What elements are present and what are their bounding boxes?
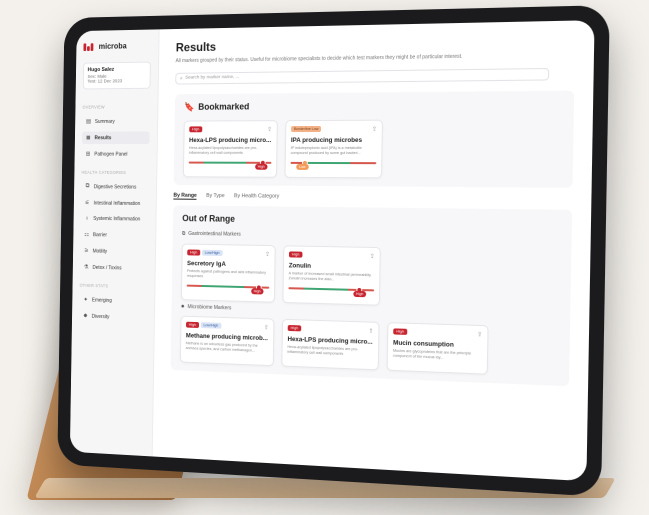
card-description: A marker of increased small intestinal p… (288, 271, 372, 282)
marker-card[interactable]: High Low/High ⇪ Secretory IgA Protects aga… (180, 243, 276, 303)
marker-card[interactable]: High ⇪ Hexa-LPS producing micro... Hexa-a… (281, 318, 380, 371)
card-description: IP indolepropionic acid (IPA) is a metab… (290, 145, 362, 155)
tab-by-type[interactable]: By Type (206, 193, 225, 200)
main-content: Results All markers grouped by their sta… (153, 20, 595, 481)
type-badge: Low/High (200, 322, 222, 329)
status-badge: High (288, 251, 303, 258)
status-badge: High (185, 321, 199, 329)
patient-card[interactable]: Hugo Salez Sex: Male Test: 12 Dec 2023 (82, 61, 151, 90)
tab-by-health-category[interactable]: By Health Category (234, 193, 279, 200)
card-title: Hexa-LPS producing micro... (189, 136, 272, 144)
diversity-icon: ✸ (83, 313, 88, 320)
card-title: Zonulin (288, 262, 312, 270)
sidebar-item-digestive[interactable]: ⧉ Digestive Secretions (81, 180, 149, 193)
card-description: Hexa-acylated lipopolysaccharides are pr… (188, 145, 258, 155)
status-badge: High (189, 126, 203, 133)
type-badge: Low/High (201, 249, 223, 257)
page-title: Results (175, 39, 217, 55)
motility-icon: ⚞ (84, 248, 89, 255)
digestive-icon: ⧉ (85, 183, 90, 190)
sidebar-item-diversity[interactable]: ✸ Diversity (79, 310, 147, 325)
share-icon[interactable]: ⇪ (372, 126, 377, 133)
marker-card[interactable]: High ⇪ Mucin consumption Mucins are glyco… (386, 321, 489, 375)
card-description: Methane is an odourless gas produced by … (185, 340, 258, 353)
sidebar-item-pathogen[interactable]: ⊞ Pathogen Panel (82, 148, 150, 161)
range-value: High (250, 287, 264, 295)
logo-text: microba (98, 41, 127, 51)
results-tabs: By Range By Type By Health Category (173, 192, 572, 203)
marker-card[interactable]: Borderline Low ⇪ IPA producing microbes I… (284, 119, 383, 179)
marker-card[interactable]: High Low/High ⇪ Methane producing microb..… (179, 315, 275, 366)
search-icon: ⌕ (179, 76, 183, 82)
screen: microba Hugo Salez Sex: Male Test: 12 De… (69, 20, 595, 482)
sidebar-item-barrier[interactable]: ⚏ Barrier (80, 228, 148, 242)
patient-date: Test: 12 Dec 2023 (87, 79, 123, 85)
share-icon[interactable]: ⇪ (370, 253, 375, 260)
marker-card[interactable]: High ⇪ Zonulin A marker of increased smal… (282, 245, 381, 306)
other-title: OTHER STATS (79, 282, 109, 289)
logo[interactable]: microba (83, 41, 151, 51)
patient-name: Hugo Salez (87, 66, 115, 74)
logo-mark-icon (83, 42, 96, 51)
sidebar-item-motility[interactable]: ⚞ Motility (80, 245, 148, 259)
tab-by-range[interactable]: By Range (173, 192, 197, 200)
search-placeholder: Search by marker name, ... (185, 75, 240, 81)
page-description: All markers grouped by their status. Use… (175, 53, 463, 65)
card-title: IPA producing microbes (290, 136, 363, 144)
sidebar-item-detox[interactable]: ⚗ Detox / Toxins (80, 261, 148, 275)
card-description: Mucins are glycoproteins that are the pr… (392, 348, 472, 360)
range-value: Low (296, 163, 309, 170)
tablet-frame: microba Hugo Salez Sex: Male Test: 12 De… (57, 5, 610, 497)
bookmark-icon: 🔖 (184, 101, 195, 112)
sidebar-item-systemic[interactable]: ♁ Systemic Inflammation (81, 213, 149, 225)
share-icon[interactable]: ⇪ (267, 126, 272, 133)
gi-markers-title: ⧉ Gastrointestinal Markers (181, 230, 241, 238)
sidebar-item-summary[interactable]: ▤ Summary (82, 115, 150, 128)
search-input[interactable]: ⌕ Search by marker name, ... (175, 67, 550, 85)
detox-icon: ⚗ (83, 264, 89, 271)
bookmarked-title: 🔖 Bookmarked (184, 101, 250, 112)
card-description: Protects against pathogens and aids infl… (186, 268, 266, 278)
share-icon[interactable]: ⇪ (368, 327, 373, 334)
status-badge: High (287, 325, 302, 332)
marker-card[interactable]: High ⇪ Hexa-LPS producing micro... Hexa-a… (182, 119, 278, 178)
range-value: High (254, 163, 268, 170)
intestinal-icon: ⚟ (84, 200, 90, 207)
status-badge: High (187, 249, 201, 256)
bookmarked-cards: High ⇪ Hexa-LPS producing micro... Hexa-a… (182, 119, 563, 180)
sidebar-item-emerging[interactable]: ✦ Emerging (79, 293, 147, 307)
barrier-icon: ⚏ (84, 232, 90, 239)
status-badge: High (393, 328, 408, 336)
results-icon: ≣ (86, 135, 91, 142)
emerging-icon: ✦ (83, 297, 88, 304)
overview-title: OVERVIEW (82, 104, 105, 110)
card-title: Secretory IgA (187, 259, 226, 268)
share-icon[interactable]: ⇪ (264, 324, 269, 331)
sidebar-item-intestinal[interactable]: ⚟ Intestinal Inflammation (81, 197, 149, 210)
gi-cards: High Low/High ⇪ Secretory IgA Protects aga… (180, 243, 561, 310)
systemic-icon: ♁ (84, 215, 90, 222)
range-value: High (352, 290, 367, 297)
microbiome-icon: ✸ (180, 303, 185, 310)
out-of-range-section: Out of Range ⧉ Gastrointestinal Markers H… (170, 205, 573, 387)
status-badge: Borderline Low (291, 126, 322, 133)
share-icon[interactable]: ⇪ (477, 331, 482, 338)
card-description: Hexa-acylated lipopolysaccharides are pr… (287, 344, 359, 356)
share-icon[interactable]: ⇪ (265, 251, 270, 258)
tablet: microba Hugo Salez Sex: Male Test: 12 De… (0, 0, 649, 515)
gi-icon: ⧉ (181, 230, 186, 237)
summary-icon: ▤ (85, 119, 92, 125)
microbiome-cards: High Low/High ⇪ Methane producing microb..… (179, 315, 560, 377)
health-title: HEALTH CATEGORIES (81, 169, 127, 175)
bookmarked-section: 🔖 Bookmarked High ⇪ Hexa-LPS producing mi… (173, 90, 575, 188)
pathogen-icon: ⊞ (85, 151, 91, 158)
sidebar-item-results[interactable]: ≣ Results (81, 131, 150, 145)
sidebar: microba Hugo Salez Sex: Male Test: 12 De… (69, 29, 160, 457)
out-of-range-title: Out of Range (182, 213, 236, 224)
